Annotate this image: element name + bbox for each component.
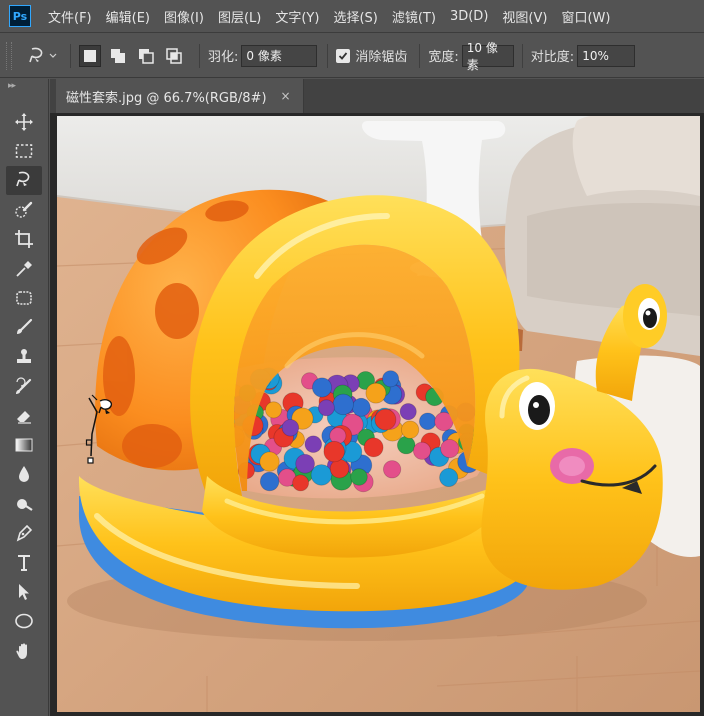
move-icon xyxy=(15,112,33,131)
menu-window[interactable]: 窗口(W) xyxy=(561,7,610,26)
document-tab[interactable]: 磁性套索.jpg @ 66.7%(RGB/8#) × xyxy=(56,79,304,113)
clone-stamp-icon xyxy=(17,348,31,363)
type-icon xyxy=(18,554,30,571)
width-input[interactable]: 10 像素 xyxy=(461,41,514,72)
feather-input[interactable]: 0 像素 xyxy=(241,44,318,67)
marquee-icon xyxy=(15,144,33,158)
menu-layer[interactable]: 图层(L) xyxy=(218,7,261,26)
tool-preset-picker[interactable] xyxy=(26,45,62,67)
menu-bar: Ps 文件(F) 编辑(E) 图像(I) 图层(L) 文字(Y) 选择(S) 滤… xyxy=(0,0,704,33)
quick-selection-tool[interactable] xyxy=(6,195,42,224)
document-tab-bar: 磁性套索.jpg @ 66.7%(RGB/8#) × xyxy=(50,79,704,113)
divider xyxy=(521,43,523,68)
intersect-selection-button[interactable] xyxy=(163,45,185,67)
options-bar: 羽化: 0 像素 消除锯齿 宽度: 10 像素 对比度: 10% xyxy=(0,34,704,78)
subtract-selection-icon xyxy=(139,48,154,64)
hand-icon xyxy=(16,643,27,659)
chevron-down-icon xyxy=(49,53,57,58)
app-logo: Ps xyxy=(9,5,31,27)
eraser-icon xyxy=(17,410,31,424)
check-icon xyxy=(339,51,348,60)
crop-icon xyxy=(15,230,33,249)
options-grip[interactable] xyxy=(6,41,12,70)
width-label: 宽度: xyxy=(428,50,459,65)
new-selection-button[interactable] xyxy=(79,44,101,67)
antialias-label: 消除锯齿 xyxy=(355,50,408,65)
add-to-selection-button[interactable] xyxy=(107,45,129,67)
document-tab-title: 磁性套索.jpg @ 66.7%(RGB/8#) xyxy=(66,90,267,106)
healing-brush-icon xyxy=(16,291,32,305)
close-icon[interactable]: × xyxy=(281,89,291,103)
healing-brush-tool[interactable] xyxy=(6,283,42,312)
canvas-image xyxy=(57,116,700,712)
path-selection-icon xyxy=(19,583,29,600)
add-selection-icon xyxy=(111,48,125,63)
quick-selection-icon xyxy=(15,201,33,218)
path-selection-tool[interactable] xyxy=(6,577,42,606)
magnetic-lasso-icon xyxy=(29,47,43,62)
tools-panel: ▸▸ xyxy=(0,79,49,716)
dodge-icon xyxy=(17,498,33,511)
menu-view[interactable]: 视图(V) xyxy=(502,7,547,26)
eyedropper-tool[interactable] xyxy=(6,254,42,283)
anchor-point xyxy=(87,457,94,464)
blur-icon xyxy=(19,466,29,483)
lasso-tool[interactable] xyxy=(6,165,42,196)
menu-file[interactable]: 文件(F) xyxy=(48,7,92,26)
menu-select[interactable]: 选择(S) xyxy=(333,7,377,26)
contrast-label: 对比度: xyxy=(530,50,575,65)
canvas-area xyxy=(50,113,704,716)
eraser-tool[interactable] xyxy=(6,401,42,430)
feather-label: 羽化: xyxy=(208,50,239,65)
brush-icon xyxy=(17,319,33,335)
ellipse-icon xyxy=(15,614,33,629)
move-tool[interactable] xyxy=(6,107,42,136)
ellipse-tool[interactable] xyxy=(6,607,42,636)
hand-tool[interactable] xyxy=(6,636,42,665)
menu-image[interactable]: 图像(I) xyxy=(164,7,204,26)
menu-edit[interactable]: 编辑(E) xyxy=(106,7,150,26)
marquee-tool[interactable] xyxy=(6,136,42,165)
new-selection-icon xyxy=(84,49,96,62)
clone-stamp-tool[interactable] xyxy=(6,342,42,371)
brush-tool[interactable] xyxy=(6,313,42,342)
crop-tool[interactable] xyxy=(6,225,42,254)
divider xyxy=(419,43,421,68)
intersect-selection-icon xyxy=(166,47,182,64)
eyedropper-icon xyxy=(16,260,32,277)
gradient-icon xyxy=(15,438,33,452)
pen-tool[interactable] xyxy=(6,518,42,547)
divider xyxy=(70,43,71,68)
subtract-from-selection-button[interactable] xyxy=(135,45,157,67)
divider xyxy=(199,43,200,68)
gradient-tool[interactable] xyxy=(6,430,42,459)
blur-tool[interactable] xyxy=(6,460,42,489)
menu-3d[interactable]: 3D(D) xyxy=(450,9,488,24)
pen-icon xyxy=(16,525,33,542)
contrast-input[interactable]: 10% xyxy=(577,44,636,67)
history-brush-tool[interactable] xyxy=(6,372,42,401)
divider xyxy=(327,43,329,68)
menu-filter[interactable]: 滤镜(T) xyxy=(392,7,436,26)
dodge-tool[interactable] xyxy=(6,489,42,518)
document-canvas[interactable] xyxy=(57,116,700,712)
history-brush-icon xyxy=(16,377,32,395)
type-tool[interactable] xyxy=(6,548,42,577)
toolbar-collapse-button[interactable]: ▸▸ xyxy=(0,79,48,107)
menu-type[interactable]: 文字(Y) xyxy=(275,7,319,26)
antialias-checkbox[interactable] xyxy=(336,48,351,63)
magnetic-lasso-icon xyxy=(16,172,30,187)
